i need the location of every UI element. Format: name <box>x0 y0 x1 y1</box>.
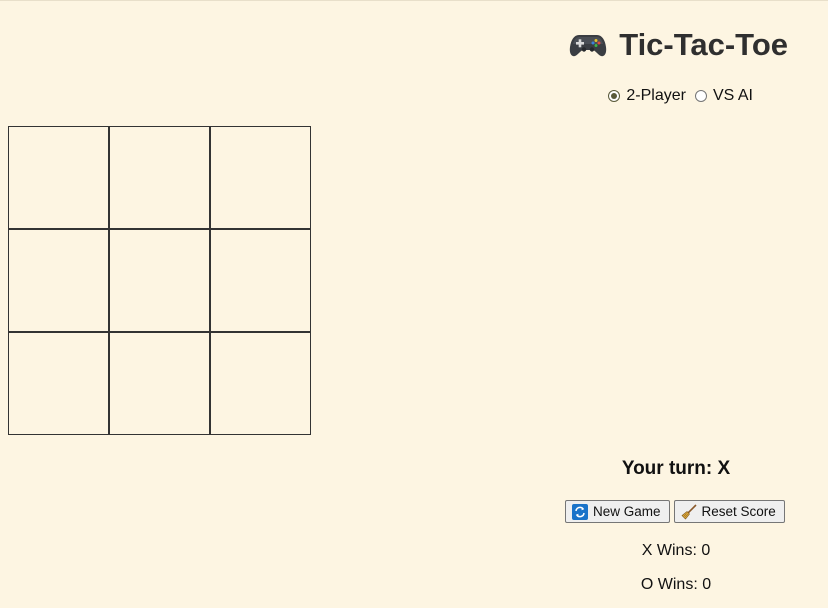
o-wins-score: O Wins: 0 <box>640 576 712 593</box>
page-title: Tic-Tac-Toe <box>569 27 788 63</box>
refresh-icon <box>572 503 588 520</box>
board-cell-8[interactable] <box>109 332 210 435</box>
board-cell-4[interactable] <box>8 229 109 332</box>
mode-option-vs-ai[interactable]: VS AI <box>686 87 753 105</box>
broom-icon <box>681 503 697 520</box>
board-cell-7[interactable] <box>8 332 109 435</box>
mode-selector: 2-Player VS AI <box>604 87 753 105</box>
new-game-label: New Game <box>593 504 661 519</box>
reset-score-button[interactable]: Reset Score <box>673 500 785 523</box>
reset-score-label: Reset Score <box>701 504 776 519</box>
radio-vs-ai[interactable] <box>694 90 707 102</box>
mode-option-2-player[interactable]: 2-Player <box>604 87 686 105</box>
board-cell-6[interactable] <box>210 229 311 332</box>
controls: New Game Reset Score <box>565 500 785 523</box>
board-cell-5[interactable] <box>109 229 210 332</box>
mode-option-label: VS AI <box>712 87 753 104</box>
board-cell-2[interactable] <box>109 126 210 229</box>
mode-option-label: 2-Player <box>626 87 686 104</box>
x-wins-score: X Wins: 0 <box>641 542 711 559</box>
turn-status: Your turn: X <box>621 458 731 479</box>
game-board <box>8 126 312 439</box>
board-cell-9[interactable] <box>210 332 311 435</box>
title-text: Tic-Tac-Toe <box>619 27 788 62</box>
radio-2-player[interactable] <box>608 90 621 102</box>
game-controller-icon <box>569 32 607 58</box>
board-cell-3[interactable] <box>210 126 311 229</box>
board-cell-1[interactable] <box>8 126 109 229</box>
new-game-button[interactable]: New Game <box>565 500 670 523</box>
